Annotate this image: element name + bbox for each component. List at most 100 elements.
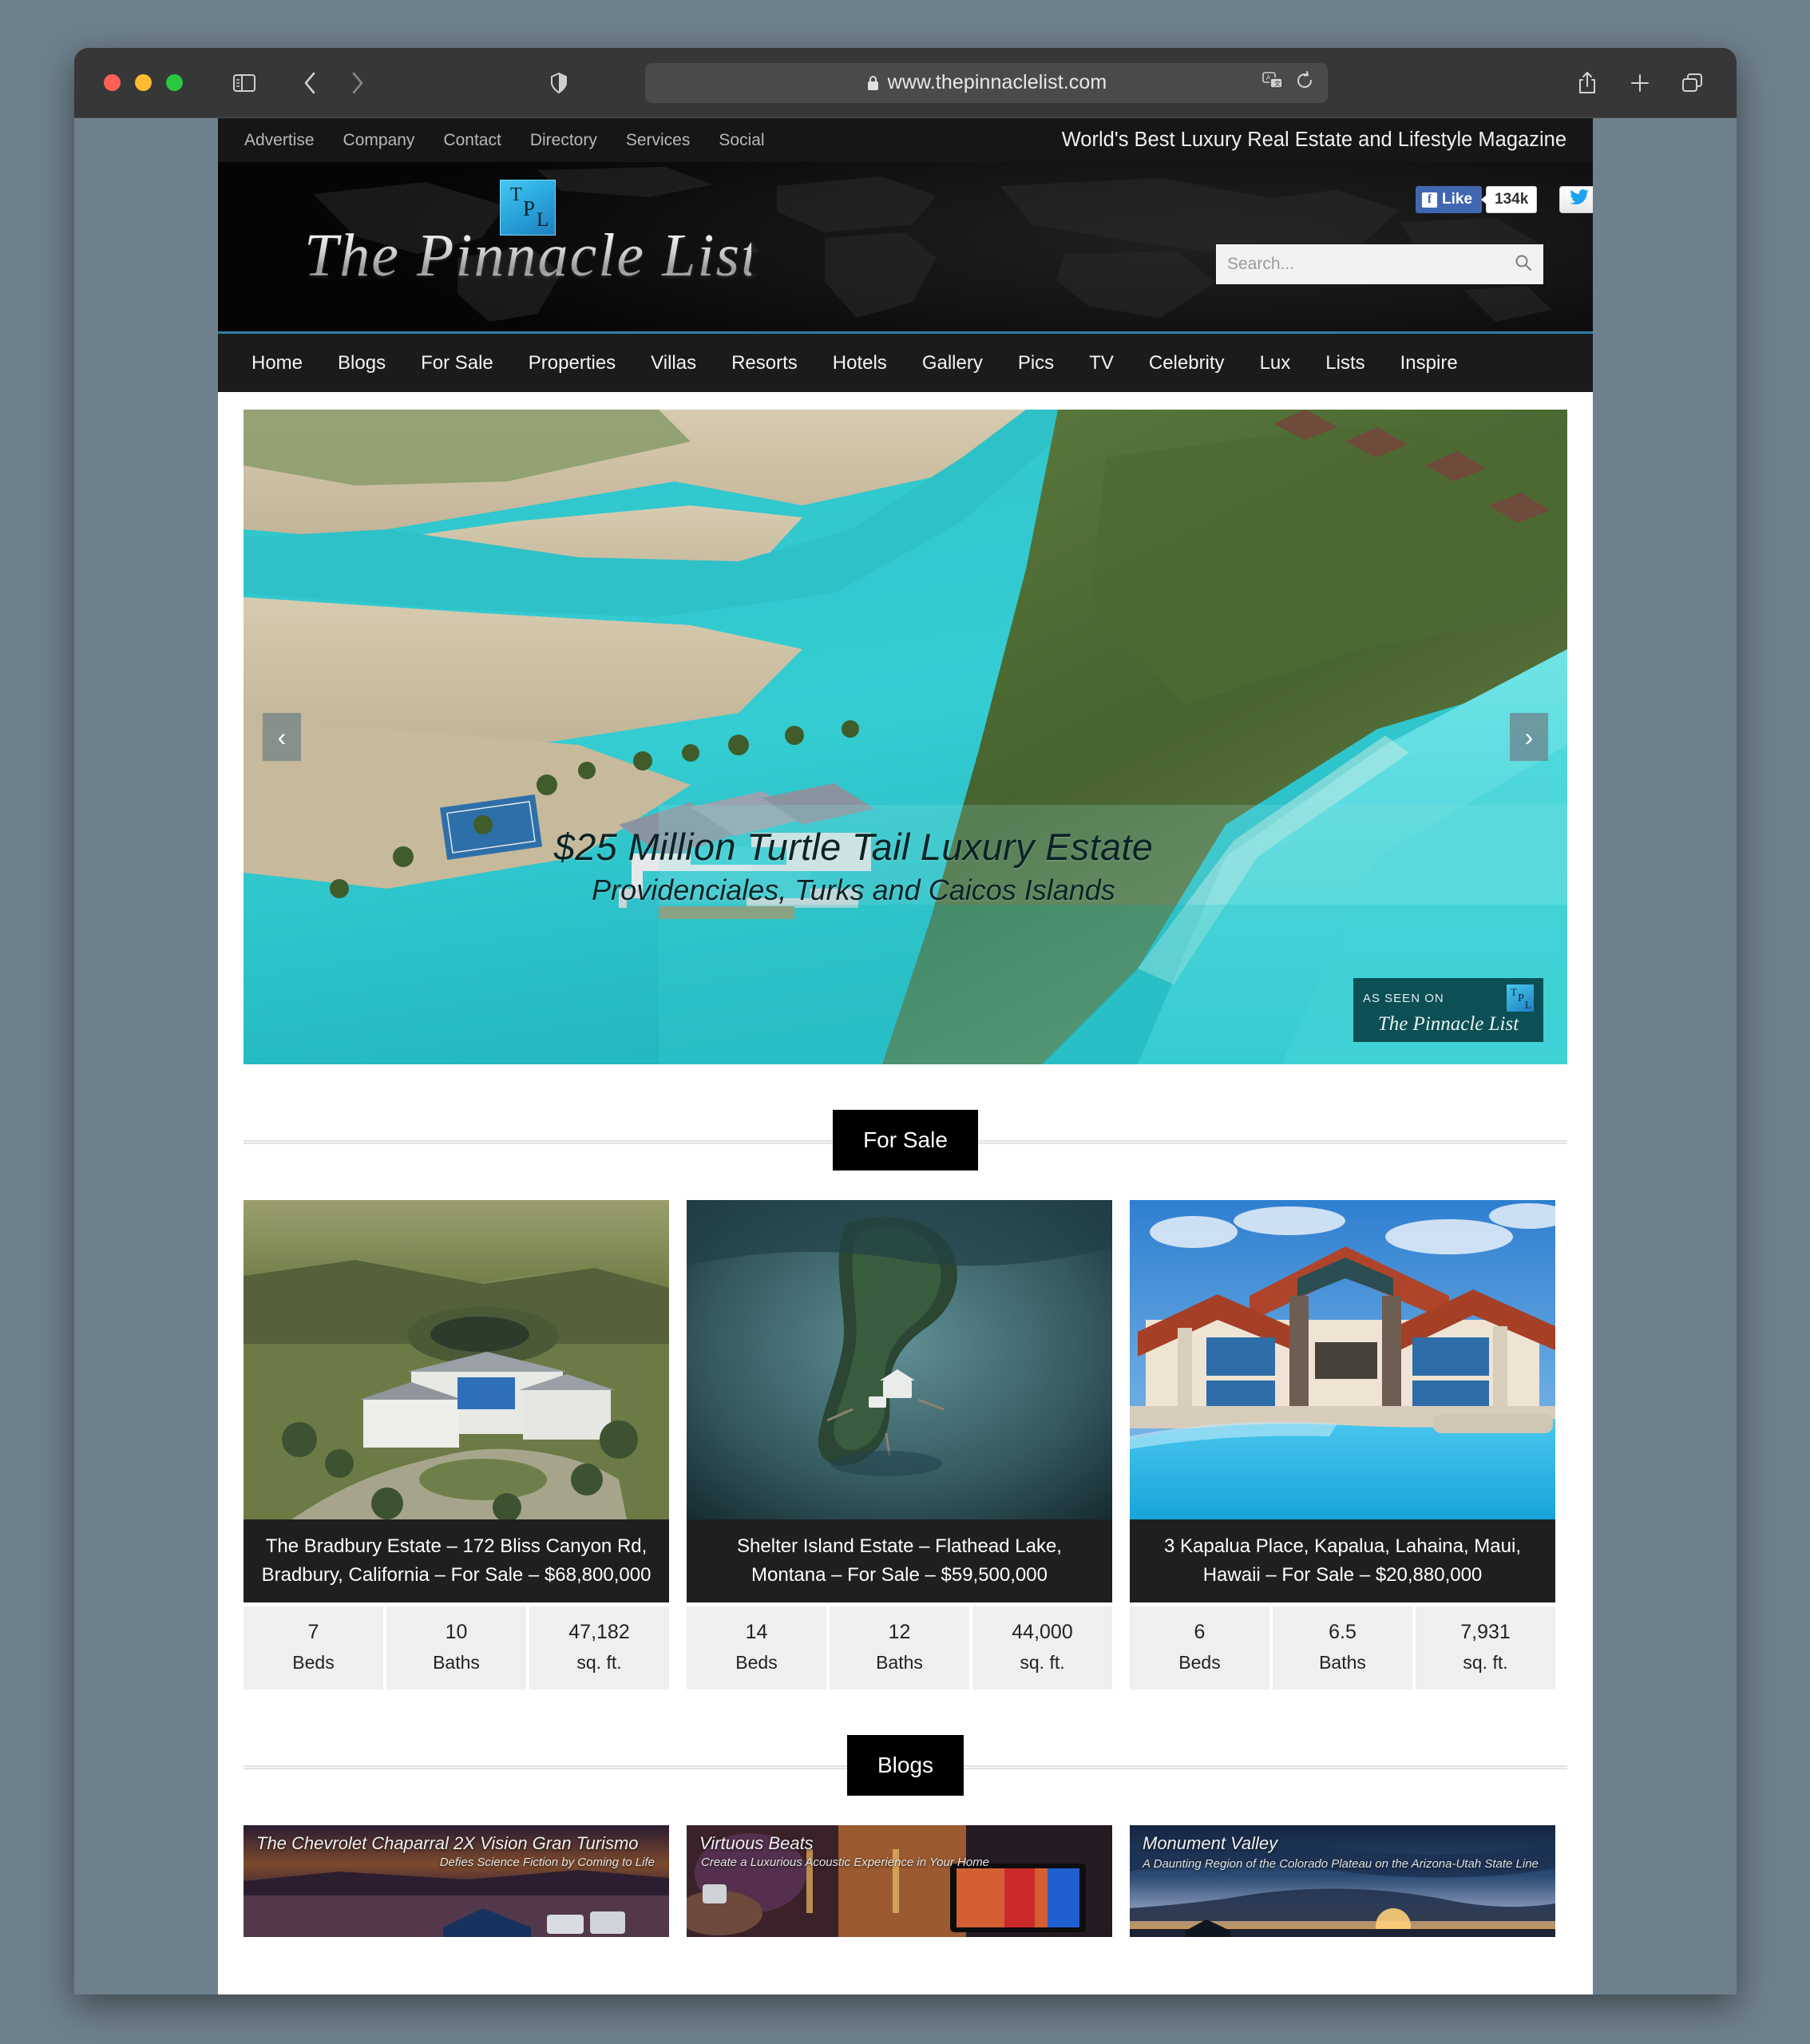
- stat-sqft-label: sq. ft.: [1463, 1652, 1508, 1673]
- stat-baths-value: 10: [445, 1621, 468, 1643]
- property-photo-bradbury[interactable]: [244, 1200, 669, 1519]
- blog-subtitle: Create a Luxurious Acoustic Experience i…: [701, 1856, 990, 1869]
- monogram-letter-p-small: P: [1518, 992, 1524, 1004]
- blog-card[interactable]: The Chevrolet Chaparral 2X Vision Gran T…: [244, 1825, 669, 1937]
- site-tagline: World's Best Luxury Real Estate and Life…: [1061, 129, 1566, 151]
- stat-beds-value: 6: [1194, 1621, 1206, 1643]
- as-seen-on-badge: AS SEEN ON T P L The Pinnacle List: [1353, 978, 1543, 1042]
- blog-card[interactable]: Virtuous Beats Create a Luxurious Acoust…: [687, 1825, 1112, 1937]
- back-arrow-icon[interactable]: [293, 66, 327, 100]
- privacy-shield-icon[interactable]: [542, 66, 576, 100]
- close-window-button[interactable]: [104, 74, 121, 91]
- property-photo-kapalua[interactable]: [1130, 1200, 1555, 1519]
- stat-baths-label: Baths: [876, 1652, 923, 1673]
- utility-link-company[interactable]: Company: [329, 131, 430, 150]
- facebook-like-count: 134k: [1486, 186, 1538, 213]
- stat-beds: 7 Beds: [244, 1606, 383, 1689]
- stat-baths: 10 Baths: [386, 1606, 526, 1689]
- nav-item-lists[interactable]: Lists: [1308, 352, 1382, 374]
- main-nav: Home Blogs For Sale Properties Villas Re…: [218, 334, 1593, 392]
- plus-icon[interactable]: [1623, 66, 1657, 100]
- stat-baths: 6.5 Baths: [1273, 1606, 1412, 1689]
- nav-item-inspire[interactable]: Inspire: [1383, 352, 1475, 374]
- monogram-letter-t: T: [510, 184, 522, 205]
- blogs-card-grid: The Chevrolet Chaparral 2X Vision Gran T…: [218, 1800, 1593, 1937]
- address-bar[interactable]: www.thepinnaclelist.com A 文: [645, 62, 1328, 103]
- stat-sqft-value: 47,182: [568, 1621, 630, 1643]
- utility-link-advertise[interactable]: Advertise: [244, 131, 329, 150]
- nav-item-pics[interactable]: Pics: [1000, 352, 1071, 374]
- carousel-next-button[interactable]: ›: [1510, 713, 1548, 761]
- as-seen-on-label: AS SEEN ON: [1363, 991, 1444, 1005]
- nav-item-properties[interactable]: Properties: [511, 352, 633, 374]
- nav-item-resorts[interactable]: Resorts: [714, 352, 815, 374]
- stat-beds-value: 14: [745, 1621, 768, 1643]
- for-sale-section-title: For Sale: [833, 1110, 978, 1171]
- search-icon[interactable]: [1515, 254, 1532, 275]
- svg-text:文: 文: [1274, 80, 1281, 88]
- lock-icon: [866, 74, 880, 91]
- nav-item-home[interactable]: Home: [234, 352, 320, 374]
- stat-sqft-label: sq. ft.: [1020, 1652, 1065, 1673]
- stat-sqft: 7,931 sq. ft.: [1416, 1606, 1555, 1689]
- reload-icon[interactable]: [1296, 71, 1313, 94]
- nav-item-blogs[interactable]: Blogs: [320, 352, 403, 374]
- facebook-like-button[interactable]: f Like: [1416, 186, 1483, 213]
- toolbar-right-group: [1570, 66, 1709, 100]
- utility-link-services[interactable]: Services: [612, 131, 705, 150]
- property-photo-shelter-island[interactable]: [687, 1200, 1112, 1519]
- hero-subtitle: Providenciales, Turks and Caicos Islands: [592, 873, 1115, 906]
- tpl-monogram-icon-small: T P L: [1507, 984, 1534, 1012]
- translate-icon[interactable]: A 文: [1262, 72, 1283, 93]
- facebook-icon: f: [1422, 192, 1437, 208]
- hero-title: $25 Million Turtle Tail Luxury Estate: [553, 826, 1154, 868]
- hero-carousel[interactable]: ‹ › $25 Million Turtle Tail Luxury Estat…: [244, 410, 1567, 1064]
- property-card[interactable]: The Bradbury Estate – 172 Bliss Canyon R…: [244, 1200, 669, 1689]
- stat-sqft-value: 44,000: [1012, 1621, 1073, 1643]
- utility-link-social[interactable]: Social: [704, 131, 778, 150]
- stat-sqft-value: 7,931: [1460, 1621, 1511, 1643]
- property-card[interactable]: 3 Kapalua Place, Kapalua, Lahaina, Maui,…: [1130, 1200, 1555, 1689]
- minimize-window-button[interactable]: [135, 74, 152, 91]
- property-card[interactable]: Shelter Island Estate – Flathead Lake, M…: [687, 1200, 1112, 1689]
- stat-beds: 6 Beds: [1130, 1606, 1269, 1689]
- share-icon[interactable]: [1570, 66, 1604, 100]
- twitter-icon: [1570, 189, 1590, 210]
- twitter-follow-button[interactable]: Follow: [1559, 186, 1593, 213]
- nav-item-for-sale[interactable]: For Sale: [403, 352, 511, 374]
- window-controls: [104, 74, 183, 91]
- nav-item-gallery[interactable]: Gallery: [905, 352, 1000, 374]
- blog-title: Monument Valley: [1143, 1833, 1278, 1853]
- browser-window: www.thepinnaclelist.com A 文 Advertise Co…: [74, 48, 1737, 1994]
- site-logo[interactable]: T P L The Pinnacle List: [304, 176, 758, 316]
- nav-item-villas[interactable]: Villas: [633, 352, 714, 374]
- blog-card[interactable]: Monument Valley A Daunting Region of the…: [1130, 1825, 1555, 1937]
- blogs-section-title: Blogs: [846, 1735, 964, 1796]
- nav-item-hotels[interactable]: Hotels: [815, 352, 905, 374]
- stat-beds-value: 7: [307, 1621, 319, 1643]
- hero-image: [244, 410, 1567, 1064]
- blogs-section-header: Blogs: [244, 1731, 1567, 1800]
- search-box[interactable]: [1216, 244, 1543, 284]
- blog-subtitle: Defies Science Fiction by Coming to Life: [439, 1856, 655, 1869]
- carousel-prev-button[interactable]: ‹: [263, 713, 301, 761]
- forward-arrow-icon[interactable]: [341, 66, 374, 100]
- stat-beds-label: Beds: [735, 1652, 778, 1673]
- url-text: www.thepinnaclelist.com: [887, 71, 1107, 93]
- stat-sqft-label: sq. ft.: [576, 1652, 622, 1673]
- utility-link-contact[interactable]: Contact: [429, 131, 515, 150]
- monogram-letter-l-small: L: [1525, 999, 1531, 1011]
- utility-link-directory[interactable]: Directory: [516, 131, 612, 150]
- stat-sqft: 47,182 sq. ft.: [529, 1606, 669, 1689]
- nav-item-celebrity[interactable]: Celebrity: [1131, 352, 1242, 374]
- sidebar-icon[interactable]: [228, 66, 261, 100]
- stat-beds: 14 Beds: [687, 1606, 826, 1689]
- tab-overview-icon[interactable]: [1676, 66, 1709, 100]
- facebook-like-widget[interactable]: f Like 134k: [1416, 186, 1538, 213]
- nav-item-tv[interactable]: TV: [1071, 352, 1131, 374]
- hero-caption: $25 Million Turtle Tail Luxury Estate Pr…: [244, 825, 1567, 907]
- nav-item-lux[interactable]: Lux: [1242, 352, 1309, 374]
- maximize-window-button[interactable]: [166, 74, 183, 91]
- search-input[interactable]: [1227, 255, 1515, 274]
- stat-beds-label: Beds: [292, 1652, 335, 1673]
